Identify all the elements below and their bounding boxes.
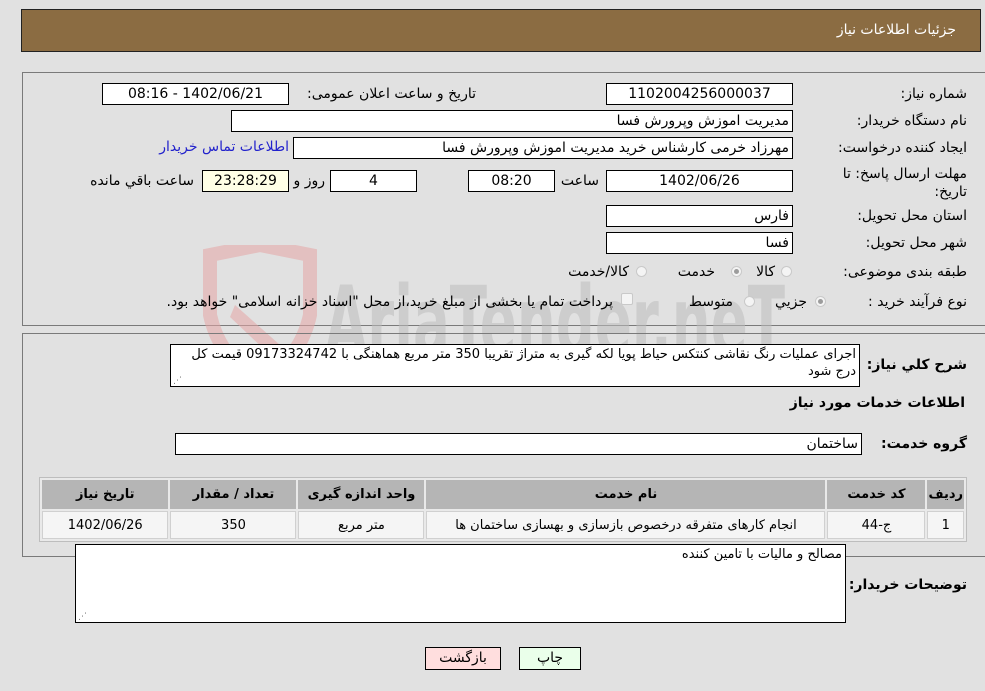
province-field: فارس — [606, 205, 793, 227]
days-remaining-field: 4 — [330, 170, 417, 192]
page-title: جزئیات اطلاعات نیاز — [836, 22, 956, 38]
treasury-checkbox[interactable] — [621, 293, 633, 305]
col-unit: واحد اندازه گیری — [298, 480, 425, 509]
category-option-service: خدمت — [677, 264, 715, 280]
cell-quantity: 350 — [170, 511, 297, 539]
need-number-field: 1102004256000037 — [606, 83, 793, 105]
announce-datetime-label: تاریخ و ساعت اعلان عمومی: — [307, 86, 476, 102]
cell-need-date: 1402/06/26 — [42, 511, 169, 539]
services-section-title: اطلاعات خدمات مورد نیاز — [789, 395, 965, 411]
resize-grip-icon[interactable]: ⋰ — [78, 613, 87, 622]
city-label: شهر محل تحویل: — [865, 235, 967, 251]
col-quantity: تعداد / مقدار — [170, 480, 297, 509]
requester-field: مهرزاد خرمی کارشناس خرید مدیریت اموزش وپ… — [293, 137, 793, 159]
cell-service-code: ج-44 — [827, 511, 926, 539]
remaining-time-label: ساعت باقي مانده — [90, 173, 194, 189]
process-radio-minor[interactable] — [815, 296, 826, 307]
cell-row-number: 1 — [927, 511, 964, 539]
category-label: طبقه بندی موضوعی: — [843, 264, 967, 280]
table-row: 1 ج-44 انجام کارهای متفرقه درخصوص بازساز… — [42, 511, 964, 539]
deadline-time-field: 08:20 — [468, 170, 555, 192]
resize-grip-icon[interactable]: ⋰ — [173, 377, 182, 386]
buyer-contact-link[interactable]: اطلاعات تماس خریدار — [159, 139, 289, 155]
cell-unit: متر مربع — [298, 511, 425, 539]
process-type-label: نوع فرآیند خرید : — [868, 294, 967, 310]
back-button[interactable]: بازگشت — [425, 647, 501, 670]
treasury-note: پرداخت تمام یا بخشی از مبلغ خرید،از محل … — [166, 294, 613, 310]
page-header: جزئیات اطلاعات نیاز — [21, 9, 981, 52]
category-radio-service[interactable] — [731, 266, 742, 277]
category-option-goods: کالا — [756, 264, 775, 280]
deadline-label: مهلت ارسال پاسخ: تا تاریخ: — [842, 166, 967, 200]
description-label: شرح کلي نياز: — [866, 357, 967, 373]
announce-datetime-field: 1402/06/21 - 08:16 — [102, 83, 289, 105]
buyer-org-field: مدیریت اموزش وپرورش فسا — [231, 110, 793, 132]
services-table: ردیف کد خدمت نام خدمت واحد اندازه گیری ت… — [39, 477, 967, 542]
table-header-row: ردیف کد خدمت نام خدمت واحد اندازه گیری ت… — [42, 480, 964, 509]
process-radio-medium[interactable] — [744, 296, 755, 307]
service-group-field: ساختمان — [175, 433, 862, 455]
deadline-date-field: 1402/06/26 — [606, 170, 793, 192]
process-option-medium: متوسط — [689, 294, 733, 310]
category-option-goods-service: کالا/خدمت — [568, 264, 629, 280]
category-radio-goods[interactable] — [781, 266, 792, 277]
col-row-number: ردیف — [927, 480, 964, 509]
need-number-label: شماره نیاز: — [900, 86, 968, 102]
col-service-code: کد خدمت — [827, 480, 926, 509]
province-label: استان محل تحویل: — [857, 208, 967, 224]
buyer-notes-textarea[interactable]: مصالح و مالیات با تامین کننده ⋰ — [75, 544, 846, 623]
requester-label: ایجاد کننده درخواست: — [838, 140, 967, 156]
print-button[interactable]: چاپ — [519, 647, 581, 670]
col-service-name: نام خدمت — [426, 480, 826, 509]
category-radio-goods-service[interactable] — [636, 266, 647, 277]
process-option-minor: جزيي — [775, 294, 807, 310]
buyer-org-label: نام دستگاه خریدار: — [856, 113, 967, 129]
description-textarea[interactable]: اجرای عملیات رنگ نقاشی کنتکس حیاط پویا ل… — [170, 344, 860, 387]
col-need-date: تاریخ نیاز — [42, 480, 169, 509]
description-text: اجرای عملیات رنگ نقاشی کنتکس حیاط پویا ل… — [191, 347, 856, 379]
remaining-time-field: 23:28:29 — [202, 170, 289, 192]
buyer-notes-text: مصالح و مالیات با تامین کننده — [681, 547, 842, 562]
deadline-time-label: ساعت — [560, 173, 599, 189]
city-field: فسا — [606, 232, 793, 254]
cell-service-name: انجام کارهای متفرقه درخصوص بازسازی و بهس… — [426, 511, 826, 539]
buyer-notes-label: توضیحات خریدار: — [848, 577, 967, 593]
days-label: روز و — [293, 173, 326, 189]
service-group-label: گروه خدمت: — [881, 436, 967, 452]
